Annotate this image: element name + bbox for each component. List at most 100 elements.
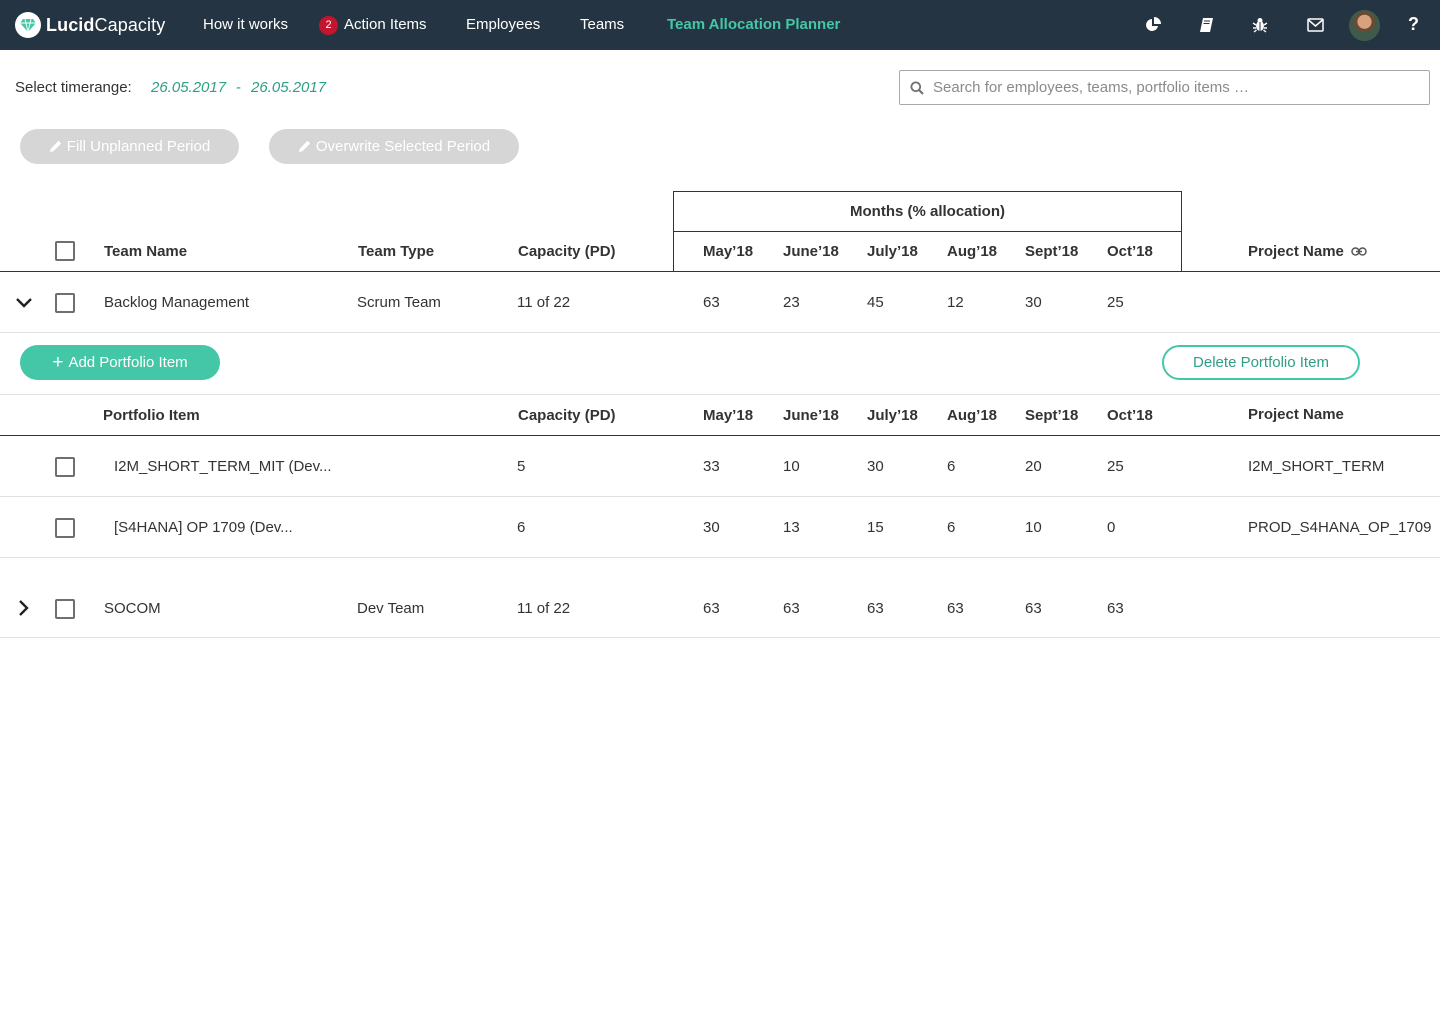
months-header-divider	[673, 231, 1182, 232]
portfolio-row-checkbox[interactable]	[55, 518, 75, 538]
team-capacity: 11 of 22	[517, 294, 571, 311]
header-capacity: Capacity (PD)	[518, 243, 616, 260]
nav-employees[interactable]: Employees	[466, 0, 540, 50]
portfolio-alloc-oct[interactable]: 25	[1107, 458, 1124, 475]
header-month-june: June’18	[783, 243, 839, 260]
team-alloc-july[interactable]: 45	[867, 294, 884, 311]
overwrite-selected-period-label: Overwrite Selected Period	[315, 138, 491, 155]
portfolio-header-month-sept: Sept’18	[1025, 407, 1079, 424]
header-month-aug: Aug’18	[947, 243, 998, 260]
select-all-teams-checkbox[interactable]	[55, 241, 75, 261]
pie-chart-icon[interactable]	[1143, 15, 1163, 35]
team-alloc-aug[interactable]: 63	[947, 600, 964, 617]
mail-icon[interactable]	[1305, 15, 1325, 35]
portfolio-alloc-june[interactable]: 13	[783, 519, 800, 536]
portfolio-item-name[interactable]: [S4HANA] OP 1709 (Dev...	[114, 519, 293, 536]
timerange-start-date[interactable]: 26.05.2017	[151, 79, 226, 96]
team-row-checkbox[interactable]	[55, 599, 75, 619]
team-alloc-may[interactable]: 63	[703, 294, 720, 311]
team-alloc-oct[interactable]: 25	[1107, 294, 1124, 311]
plus-icon: +	[52, 352, 64, 373]
team-alloc-sept[interactable]: 30	[1025, 294, 1042, 311]
row-divider	[0, 332, 1440, 333]
nav-teams[interactable]: Teams	[580, 0, 624, 50]
team-name[interactable]: SOCOM	[104, 600, 161, 617]
header-project-name: Project Name	[1248, 243, 1367, 260]
portfolio-project-name: I2M_SHORT_TERM	[1248, 458, 1385, 475]
search-icon	[910, 81, 924, 95]
header-portfolio-item: Portfolio Item	[103, 407, 200, 424]
header-portfolio-capacity: Capacity (PD)	[518, 407, 616, 424]
team-type: Scrum Team	[357, 294, 441, 311]
team-alloc-june[interactable]: 23	[783, 294, 800, 311]
team-alloc-june[interactable]: 63	[783, 600, 800, 617]
team-alloc-may[interactable]: 63	[703, 600, 720, 617]
row-divider	[0, 394, 1440, 395]
portfolio-alloc-june[interactable]: 10	[783, 458, 800, 475]
diamond-logo-icon	[15, 12, 41, 38]
portfolio-item-name[interactable]: I2M_SHORT_TERM_MIT (Dev...	[114, 458, 332, 475]
nav-action-items-label: Action Items	[344, 16, 427, 33]
portfolio-header-month-june: June’18	[783, 407, 839, 424]
portfolio-alloc-aug[interactable]: 6	[947, 519, 955, 536]
add-portfolio-item-button[interactable]: + Add Portfolio Item	[20, 345, 220, 380]
overwrite-selected-period-button[interactable]: Overwrite Selected Period	[269, 129, 519, 164]
delete-portfolio-item-button[interactable]: Delete Portfolio Item	[1162, 345, 1360, 380]
portfolio-alloc-sept[interactable]: 20	[1025, 458, 1042, 475]
portfolio-alloc-oct[interactable]: 0	[1107, 519, 1115, 536]
user-avatar[interactable]	[1349, 10, 1380, 41]
app-logo[interactable]: LucidCapacity	[15, 12, 165, 38]
portfolio-header-rule	[0, 435, 1440, 436]
portfolio-item-capacity: 6	[517, 519, 526, 536]
team-alloc-july[interactable]: 63	[867, 600, 884, 617]
top-navigation-bar: LucidCapacity How it works 2 Action Items…	[0, 0, 1440, 50]
book-icon[interactable]	[1197, 15, 1217, 35]
team-capacity: 11 of 22	[517, 600, 571, 617]
team-alloc-oct[interactable]: 63	[1107, 600, 1124, 617]
team-alloc-aug[interactable]: 12	[947, 294, 964, 311]
nav-team-allocation-planner[interactable]: Team Allocation Planner	[667, 0, 840, 50]
portfolio-item-capacity: 5	[517, 458, 526, 475]
add-portfolio-item-label: Add Portfolio Item	[68, 354, 188, 371]
portfolio-header-month-aug: Aug’18	[947, 407, 998, 424]
fill-unplanned-period-button[interactable]: Fill Unplanned Period	[20, 129, 239, 164]
pencil-icon	[49, 140, 61, 153]
header-month-sept: Sept’18	[1025, 243, 1079, 260]
action-items-count-badge: 2	[319, 16, 338, 35]
timerange-label: Select timerange:	[15, 79, 132, 96]
portfolio-alloc-july[interactable]: 30	[867, 458, 884, 475]
nav-how-it-works[interactable]: How it works	[203, 0, 288, 50]
portfolio-row-checkbox[interactable]	[55, 457, 75, 477]
header-month-may: May’18	[703, 243, 754, 260]
portfolio-alloc-may[interactable]: 33	[703, 458, 720, 475]
team-name[interactable]: Backlog Management	[104, 294, 249, 311]
portfolio-alloc-sept[interactable]: 10	[1025, 519, 1042, 536]
header-project-name-label: Project Name	[1248, 243, 1344, 260]
pencil-icon	[298, 140, 311, 153]
header-portfolio-project-name: Project Name	[1248, 406, 1344, 423]
portfolio-alloc-july[interactable]: 15	[867, 519, 884, 536]
expand-chevron-icon[interactable]	[15, 599, 33, 617]
portfolio-alloc-may[interactable]: 30	[703, 519, 720, 536]
portfolio-header-month-july: July’18	[867, 407, 918, 424]
timerange-end-date[interactable]: 26.05.2017	[251, 79, 326, 96]
header-team-name: Team Name	[104, 243, 188, 260]
row-divider	[0, 496, 1440, 497]
header-team-type: Team Type	[358, 243, 435, 260]
link-icon[interactable]	[1351, 247, 1367, 256]
search-input[interactable]	[933, 71, 1423, 104]
header-month-july: July’18	[867, 243, 918, 260]
bug-icon[interactable]	[1250, 15, 1270, 35]
app-name: LucidCapacity	[46, 14, 166, 35]
header-bottom-rule	[0, 271, 1440, 272]
team-alloc-sept[interactable]: 63	[1025, 600, 1042, 617]
team-row-checkbox[interactable]	[55, 293, 75, 313]
help-icon[interactable]: ?	[1408, 14, 1419, 35]
collapse-chevron-icon[interactable]	[15, 294, 33, 312]
portfolio-project-name: PROD_S4HANA_OP_1709	[1248, 519, 1432, 536]
nav-action-items[interactable]: 2 Action Items	[319, 0, 427, 50]
portfolio-alloc-aug[interactable]: 6	[947, 458, 955, 475]
search-box	[899, 70, 1430, 105]
row-divider	[0, 637, 1440, 638]
months-caption: Months (% allocation)	[850, 203, 1005, 220]
